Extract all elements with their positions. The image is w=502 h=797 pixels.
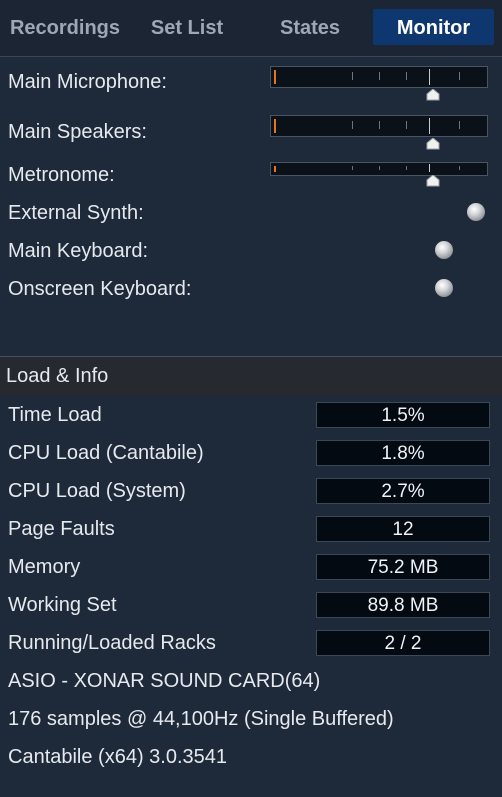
tab-bar: Recordings Set List States Monitor — [0, 0, 502, 57]
slider-tick — [352, 121, 353, 129]
main-speakers-slider-thumb[interactable] — [426, 137, 440, 150]
time-load-label: Time Load — [8, 404, 102, 426]
running-loaded-racks-label: Running/Loaded Racks — [8, 632, 216, 654]
memory-value: 75.2 MB — [316, 554, 490, 580]
slider-level-marker — [429, 69, 430, 85]
working-set-label: Working Set — [8, 594, 117, 616]
metronome-slider[interactable] — [270, 162, 488, 176]
onscreen-keyboard-label: Onscreen Keyboard: — [8, 278, 192, 300]
tab-set-list[interactable]: Set List — [134, 9, 240, 45]
page-faults-label: Page Faults — [8, 518, 115, 540]
onscreen-keyboard-led-icon — [435, 279, 453, 297]
version-text: Cantabile (x64) 3.0.3541 — [8, 746, 228, 768]
main-keyboard-led-icon — [435, 241, 453, 259]
metronome-slider-thumb[interactable] — [426, 174, 440, 187]
audio-driver-text: ASIO - XONAR SOUND CARD(64) — [8, 670, 321, 692]
cpu-load-cantabile-label: CPU Load (Cantabile) — [8, 442, 204, 464]
buffer-info-text: 176 samples @ 44,100Hz (Single Buffered) — [8, 708, 394, 730]
slider-tick — [459, 166, 460, 170]
cpu-load-cantabile-value: 1.8% — [316, 440, 490, 466]
slider-level-marker — [429, 164, 430, 172]
slider-zero-marker — [274, 119, 276, 133]
load-info-title: Load & Info — [6, 365, 109, 387]
slider-zero-marker — [274, 166, 276, 172]
working-set-value: 89.8 MB — [316, 592, 490, 618]
tab-recordings[interactable]: Recordings — [0, 9, 130, 45]
running-loaded-racks-value: 2 / 2 — [316, 630, 490, 656]
slider-tick — [459, 121, 460, 129]
external-synth-label: External Synth: — [8, 202, 144, 224]
memory-label: Memory — [8, 556, 81, 578]
external-synth-led-icon — [467, 203, 485, 221]
slider-tick — [406, 72, 407, 80]
slider-tick — [406, 121, 407, 129]
main-speakers-slider[interactable] — [270, 115, 488, 137]
slider-tick — [379, 72, 380, 80]
slider-tick — [379, 166, 380, 170]
time-load-value: 1.5% — [316, 402, 490, 428]
page-faults-value: 12 — [316, 516, 490, 542]
cpu-load-system-label: CPU Load (System) — [8, 480, 186, 502]
tab-monitor[interactable]: Monitor — [373, 9, 494, 45]
main-keyboard-label: Main Keyboard: — [8, 240, 149, 262]
slider-tick — [379, 121, 380, 129]
slider-zero-marker — [274, 70, 276, 84]
main-microphone-label: Main Microphone: — [8, 71, 167, 93]
main-microphone-slider-thumb[interactable] — [426, 88, 440, 101]
tab-states[interactable]: States — [248, 9, 372, 45]
slider-tick — [352, 166, 353, 170]
slider-level-marker — [429, 118, 430, 134]
slider-tick — [459, 72, 460, 80]
slider-tick — [352, 72, 353, 80]
metronome-label: Metronome: — [8, 164, 115, 186]
load-info-header[interactable]: Load & Info — [0, 356, 502, 396]
slider-tick — [406, 166, 407, 170]
main-microphone-slider[interactable] — [270, 66, 488, 88]
cpu-load-system-value: 2.7% — [316, 478, 490, 504]
main-speakers-label: Main Speakers: — [8, 121, 147, 143]
